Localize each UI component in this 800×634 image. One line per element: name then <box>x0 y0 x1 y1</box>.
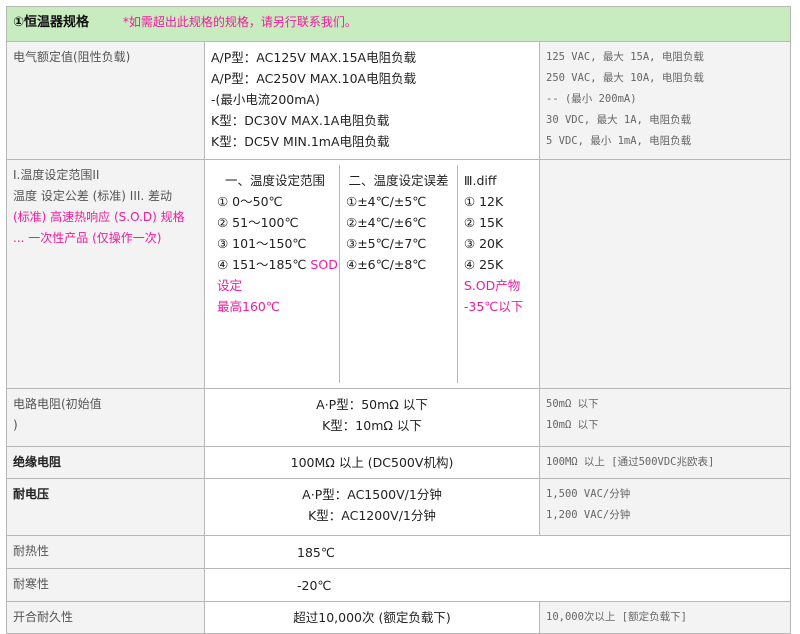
spec-table: ①恒温器规格 *如需超出此规格的规格，请另行联系我们。 电气额定值(阻性负载) … <box>6 6 791 634</box>
diff-item-4: ④ 25K <box>463 257 504 272</box>
voltage-row: 耐电压 A·P型：AC1500V/1分钟 K型：AC1200V/1分钟 1,50… <box>6 478 791 536</box>
voltage-english-1: 1,500 VAC/分钟 <box>546 488 631 500</box>
insulation-english: 100MΩ 以上 [通过500VDC兆欧表] <box>539 446 791 479</box>
diff-item-2: ② 15K <box>463 215 504 230</box>
tolerance-item-1: ①±4℃/±5℃ <box>346 194 427 209</box>
temperature-label-2: 温度 设定公差 (标准) III. 差动 <box>13 189 173 203</box>
header-row: ①恒温器规格 *如需超出此规格的规格，请另行联系我们。 <box>6 6 791 42</box>
rating-label: 电气额定值(阻性负载) <box>6 41 205 160</box>
insulation-label-text: 绝缘电阻 <box>13 455 62 469</box>
voltage-english-2: 1,200 VAC/分钟 <box>546 509 631 521</box>
insulation-row: 绝缘电阻 100MΩ 以上 (DC500V机构) 100MΩ 以上 [通过500… <box>6 446 791 479</box>
resistance-row: 电路电阻(初始值 ) A·P型：50mΩ 以下 K型：10mΩ 以下 50mΩ … <box>6 388 791 447</box>
resistance-label-2: ) <box>13 418 18 432</box>
resistance-label-1: 电路电阻(初始值 <box>13 397 102 411</box>
heat-value: 185℃ <box>204 535 791 569</box>
voltage-values: A·P型：AC1500V/1分钟 K型：AC1200V/1分钟 <box>204 478 540 536</box>
heat-label-text: 耐热性 <box>13 544 50 558</box>
range-column: 一、温度设定范围 ① 0～50℃ ② 51～100℃ ③ 101～150℃ ④ … <box>211 165 339 383</box>
rating-english-4: 30 VDC, 最大 1A, 电阻负载 <box>546 114 692 126</box>
resistance-label: 电路电阻(初始值 ) <box>6 388 205 447</box>
tolerance-column: 二、温度设定误差 ①±4℃/±5℃ ②±4℃/±6℃ ③±5℃/±7℃ ④±6℃… <box>339 165 457 383</box>
rating-value-1: A/P型：AC125V MAX.15A电阻负载 <box>211 50 417 65</box>
voltage-label: 耐电压 <box>6 478 205 536</box>
rating-english-2: 250 VAC, 最大 10A, 电阻负载 <box>546 72 704 84</box>
durability-label: 开合耐久性 <box>6 601 205 634</box>
cold-value: -20℃ <box>204 568 791 602</box>
rating-value-2: A/P型：AC250V MAX.10A电阻负载 <box>211 71 417 86</box>
diff-sod-line-2: -35℃以下 <box>463 299 524 314</box>
cold-label-text: 耐寒性 <box>13 577 50 591</box>
resistance-english: 50mΩ 以下 10mΩ 以下 <box>539 388 791 447</box>
voltage-english: 1,500 VAC/分钟 1,200 VAC/分钟 <box>539 478 791 536</box>
section-title: ①恒温器规格 <box>13 15 90 30</box>
tolerance-item-3: ③±5℃/±7℃ <box>346 236 427 251</box>
diff-column: Ⅲ.diff ① 12K ② 15K ③ 20K ④ 25K S.OD产物 -3… <box>456 165 533 383</box>
tolerance-item-4: ④±6℃/±8℃ <box>346 257 427 272</box>
resistance-english-2: 10mΩ 以下 <box>546 419 599 431</box>
insulation-label: 绝缘电阻 <box>6 446 205 479</box>
resistance-value-1: A·P型：50mΩ 以下 <box>316 397 428 412</box>
range-sod-line-1: 设定 <box>217 278 243 293</box>
diff-item-3: ③ 20K <box>463 236 504 251</box>
temperature-row: I.温度设定范围II 温度 设定公差 (标准) III. 差动 (标准) 高速热… <box>6 159 791 389</box>
temperature-subtable: 一、温度设定范围 ① 0～50℃ ② 51～100℃ ③ 101～150℃ ④ … <box>204 159 540 389</box>
rating-value-5: K型：DC5V MIN.1mA电阻负载 <box>211 134 390 149</box>
range-item-2: ② 51～100℃ <box>217 215 299 230</box>
range-item-1: ① 0～50℃ <box>217 194 283 209</box>
range-sod-line-2: 最高160℃ <box>217 299 280 314</box>
tolerance-item-2: ②±4℃/±6℃ <box>346 215 427 230</box>
diff-sod-line-1: S.OD产物 <box>463 278 521 293</box>
durability-value: 超过10,000次 (额定负载下) <box>204 601 540 634</box>
temperature-label-3: (标准) 高速热响应 (S.O.D) 规格 <box>13 207 198 228</box>
header-cell: ①恒温器规格 *如需超出此规格的规格，请另行联系我们。 <box>6 6 791 42</box>
resistance-english-1: 50mΩ 以下 <box>546 398 599 410</box>
rating-english-3: -- (最小 200mA) <box>546 93 637 105</box>
rating-english-5: 5 VDC, 最小 1mA, 电阻负载 <box>546 135 692 147</box>
insulation-value: 100MΩ 以上 (DC500V机构) <box>204 446 540 479</box>
range-heading: 一、温度设定范围 <box>224 173 325 188</box>
durability-label-text: 开合耐久性 <box>13 610 74 624</box>
cold-label: 耐寒性 <box>6 568 205 602</box>
rating-values: A/P型：AC125V MAX.15A电阻负载 A/P型：AC250V MAX.… <box>204 41 540 160</box>
temperature-label-1: I.温度设定范围II <box>13 168 100 182</box>
resistance-values: A·P型：50mΩ 以下 K型：10mΩ 以下 <box>204 388 540 447</box>
range-sod-inline: SOD <box>310 257 338 272</box>
temperature-english <box>539 159 791 389</box>
rating-english-1: 125 VAC, 最大 15A, 电阻负载 <box>546 51 704 63</box>
voltage-value-2: K型：AC1200V/1分钟 <box>308 508 436 523</box>
rating-row: 电气额定值(阻性负载) A/P型：AC125V MAX.15A电阻负载 A/P型… <box>6 41 791 160</box>
sod-label-text: (标准) 高速热响应 (S.O.D) 规格 <box>13 210 185 224</box>
contact-note: *如需超出此规格的规格，请另行联系我们。 <box>122 15 357 29</box>
heat-label: 耐热性 <box>6 535 205 569</box>
rating-value-4: K型：DC30V MAX.1A电阻负载 <box>211 113 390 128</box>
rating-value-3: -(最小电流200mA) <box>211 92 320 107</box>
diff-heading: Ⅲ.diff <box>463 173 497 188</box>
durability-english: 10,000次以上 [额定负载下] <box>539 601 791 634</box>
durability-row: 开合耐久性 超过10,000次 (额定负载下) 10,000次以上 [额定负载下… <box>6 601 791 634</box>
temperature-label-4: ... 一次性产品 (仅操作一次) <box>13 231 162 245</box>
range-item-3: ③ 101～150℃ <box>217 236 307 251</box>
range-item-4: ④ 151～185℃ <box>217 257 311 272</box>
heat-row: 耐热性 185℃ <box>6 535 791 569</box>
diff-item-1: ① 12K <box>463 194 504 209</box>
spec-page: ①恒温器规格 *如需超出此规格的规格，请另行联系我们。 电气额定值(阻性负载) … <box>0 0 800 634</box>
cold-row: 耐寒性 -20℃ <box>6 568 791 602</box>
resistance-value-2: K型：10mΩ 以下 <box>322 418 422 433</box>
range-item-4-wrap: ④ 151～185℃ SOD <box>217 254 338 275</box>
rating-english: 125 VAC, 最大 15A, 电阻负载 250 VAC, 最大 10A, 电… <box>539 41 791 160</box>
voltage-value-1: A·P型：AC1500V/1分钟 <box>302 487 442 502</box>
voltage-label-text: 耐电压 <box>13 487 50 501</box>
tolerance-heading: 二、温度设定误差 <box>348 173 449 188</box>
temperature-label: I.温度设定范围II 温度 设定公差 (标准) III. 差动 (标准) 高速热… <box>6 159 205 389</box>
